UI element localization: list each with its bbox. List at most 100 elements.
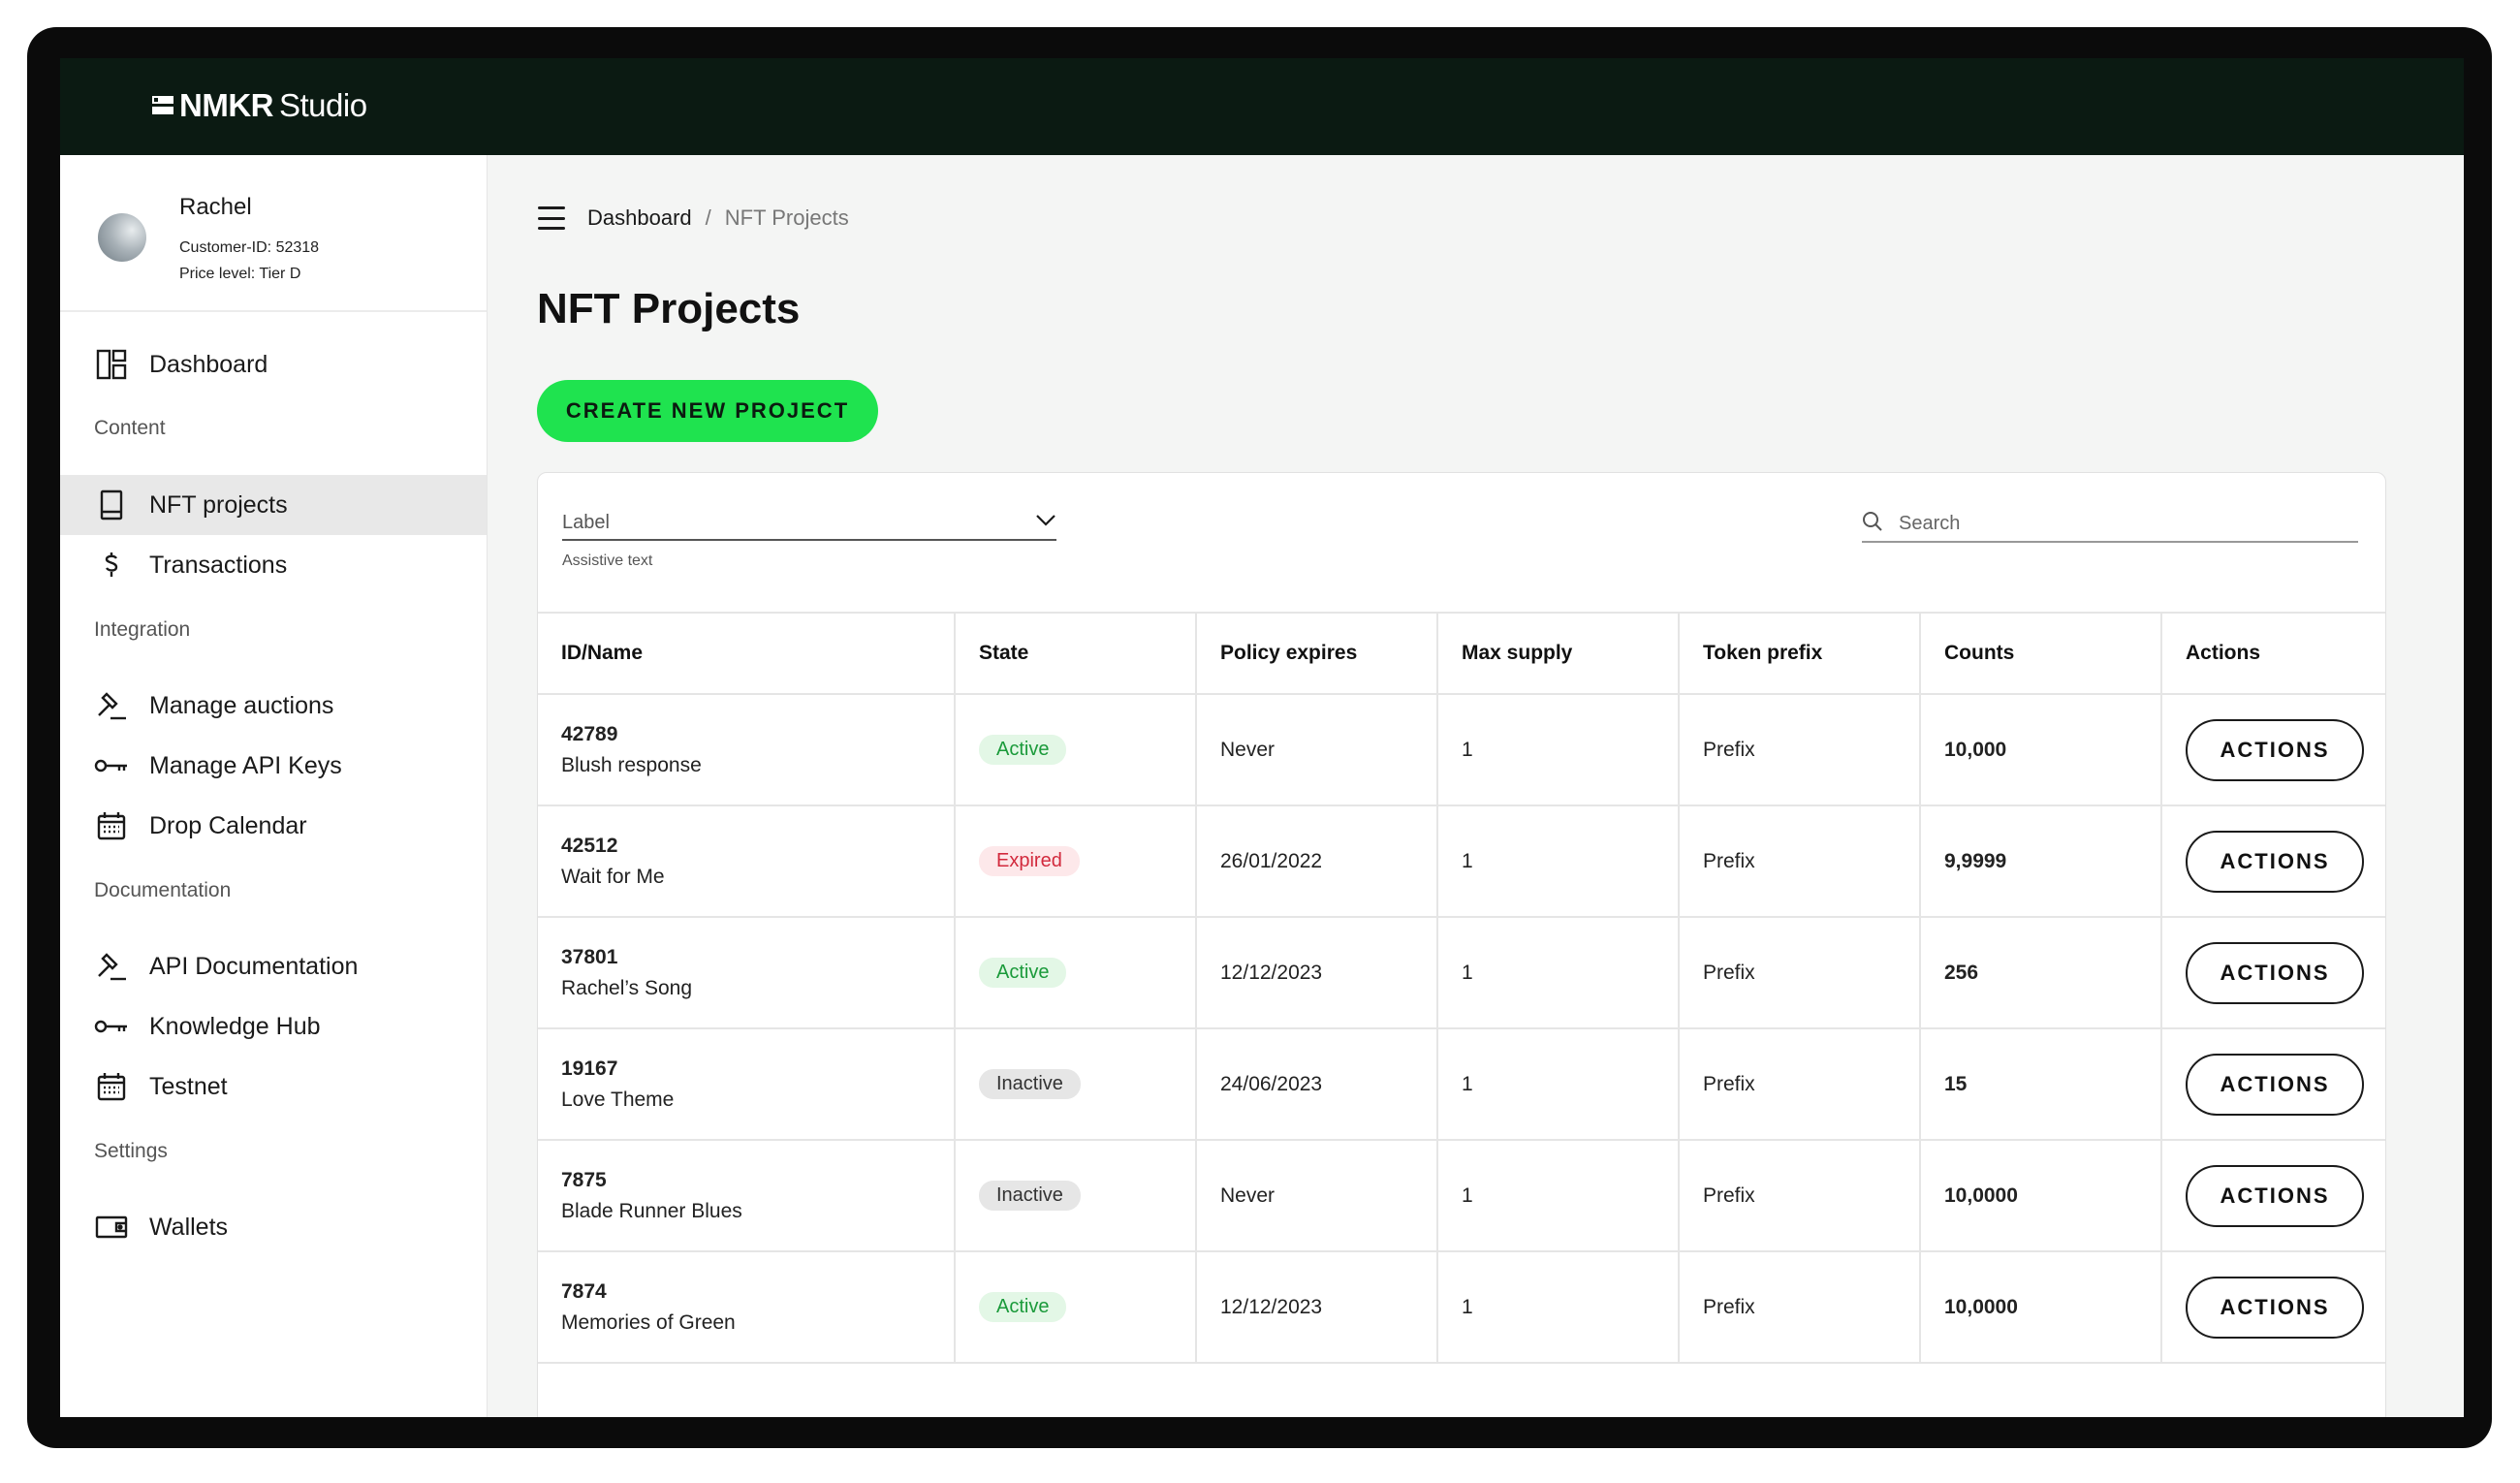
key-icon xyxy=(93,747,130,784)
actions-button[interactable]: ACTIONS xyxy=(2186,718,2364,781)
state-cell: Inactive xyxy=(954,1027,1197,1141)
status-badge: Active xyxy=(979,958,1067,988)
token-prefix-cell: Prefix xyxy=(1678,805,1921,918)
actions-cell: ACTIONS xyxy=(2160,805,2385,918)
search-icon xyxy=(1862,511,1883,537)
status-badge: Active xyxy=(979,735,1067,765)
state-cell: Inactive xyxy=(954,1139,1197,1252)
project-name: Blade Runner Blues xyxy=(561,1199,742,1222)
table-row[interactable]: 19167 Love Theme Inactive 24/06/2023 1 Pr… xyxy=(538,1027,2385,1141)
sidebar-item-nft-projects[interactable]: NFT projects xyxy=(60,475,487,535)
sidebar-item-knowledge-hub[interactable]: Knowledge Hub xyxy=(60,996,487,1057)
token-prefix-cell: Prefix xyxy=(1678,693,1921,806)
state-cell: Expired xyxy=(954,805,1197,918)
sidebar-item-transactions[interactable]: Transactions xyxy=(60,535,487,595)
sidebar-item-testnet[interactable]: Testnet xyxy=(60,1057,487,1117)
nmkr-logo[interactable]: NMKR Studio xyxy=(152,87,367,124)
status-badge: Inactive xyxy=(979,1069,1081,1099)
search-input[interactable] xyxy=(1897,511,2327,536)
token-prefix-cell: Prefix xyxy=(1678,1139,1921,1252)
max-supply-cell: 1 xyxy=(1436,805,1680,918)
create-new-project-button[interactable]: CREATE NEW PROJECT xyxy=(537,380,878,442)
max-supply-cell: 1 xyxy=(1436,1139,1680,1252)
actions-button[interactable]: ACTIONS xyxy=(2186,1053,2364,1116)
dashboard-icon xyxy=(93,346,130,383)
id-name-cell: 42512 Wait for Me xyxy=(538,805,956,918)
sidebar-item-label: Transactions xyxy=(149,551,288,579)
breadcrumb-dashboard[interactable]: Dashboard xyxy=(587,205,692,231)
page-title: NFT Projects xyxy=(537,285,801,332)
table-row[interactable]: 7874 Memories of Green Active 12/12/2023 … xyxy=(538,1250,2385,1364)
counts-cell: 15 xyxy=(1919,1027,2162,1141)
price-level: Price level: Tier D xyxy=(179,266,301,282)
status-badge: Active xyxy=(979,1292,1067,1322)
table-header-row: ID/Name State Policy expires Max supply … xyxy=(538,612,2385,695)
column-header-actions: Actions xyxy=(2160,612,2385,695)
id-name-cell: 37801 Rachel’s Song xyxy=(538,916,956,1029)
projects-table: ID/Name State Policy expires Max supply … xyxy=(538,612,2385,1364)
actions-button[interactable]: ACTIONS xyxy=(2186,941,2364,1004)
project-name: Love Theme xyxy=(561,1088,675,1111)
sidebar: Rachel Customer-ID: 52318 Price level: T… xyxy=(60,155,488,1417)
column-header-max-supply[interactable]: Max supply xyxy=(1436,612,1680,695)
label-select-value: Label xyxy=(562,511,610,533)
label-select[interactable]: Label xyxy=(562,506,1056,541)
sidebar-item-manage-api-keys[interactable]: Manage API Keys xyxy=(60,736,487,796)
project-name: Blush response xyxy=(561,753,702,776)
state-cell: Active xyxy=(954,916,1197,1029)
sidebar-item-label: Knowledge Hub xyxy=(149,1012,321,1040)
token-prefix-cell: Prefix xyxy=(1678,1250,1921,1364)
sidebar-item-label: Manage API Keys xyxy=(149,751,342,779)
menu-icon[interactable] xyxy=(538,206,565,230)
actions-cell: ACTIONS xyxy=(2160,693,2385,806)
avatar[interactable] xyxy=(98,213,146,262)
app-window: NMKR Studio Rachel Customer-ID: 52318 Pr… xyxy=(60,58,2464,1417)
column-header-state[interactable]: State xyxy=(954,612,1197,695)
policy-cell: 26/01/2022 xyxy=(1195,805,1438,918)
tablet-icon xyxy=(93,487,130,523)
sidebar-item-drop-calendar[interactable]: Drop Calendar xyxy=(60,796,487,856)
counts-cell: 10,000 xyxy=(1919,693,2162,806)
section-integration: Integration xyxy=(94,618,191,641)
id-name-cell: 19167 Love Theme xyxy=(538,1027,956,1141)
counts-cell: 9,9999 xyxy=(1919,805,2162,918)
counts-cell: 10,0000 xyxy=(1919,1250,2162,1364)
sidebar-item-label: Wallets xyxy=(149,1213,229,1241)
status-badge: Expired xyxy=(979,846,1080,876)
column-header-id-name[interactable]: ID/Name xyxy=(538,612,956,695)
nmkr-logo-icon xyxy=(152,95,173,116)
actions-button[interactable]: ACTIONS xyxy=(2186,1276,2364,1339)
actions-button[interactable]: ACTIONS xyxy=(2186,1164,2364,1227)
status-badge: Inactive xyxy=(979,1181,1081,1211)
project-name: Memories of Green xyxy=(561,1310,736,1334)
sidebar-item-api-documentation[interactable]: API Documentation xyxy=(60,936,487,996)
token-prefix-cell: Prefix xyxy=(1678,1027,1921,1141)
customer-id: Customer-ID: 52318 xyxy=(179,239,320,256)
calendar-icon xyxy=(93,1068,130,1105)
sidebar-item-label: Manage auctions xyxy=(149,691,334,719)
sidebar-item-wallets[interactable]: Wallets xyxy=(60,1197,487,1257)
assistive-text: Assistive text xyxy=(562,552,653,569)
column-header-token-prefix[interactable]: Token prefix xyxy=(1678,612,1921,695)
token-prefix-cell: Prefix xyxy=(1678,916,1921,1029)
breadcrumb-current: NFT Projects xyxy=(724,205,849,230)
logo-product: Studio xyxy=(278,87,367,123)
actions-button[interactable]: ACTIONS xyxy=(2186,830,2364,893)
section-content: Content xyxy=(94,417,166,439)
table-row[interactable]: 37801 Rachel’s Song Active 12/12/2023 1 P… xyxy=(538,916,2385,1029)
table-row[interactable]: 42512 Wait for Me Expired 26/01/2022 1 Pr… xyxy=(538,805,2385,918)
actions-cell: ACTIONS xyxy=(2160,1139,2385,1252)
counts-cell: 256 xyxy=(1919,916,2162,1029)
table-row[interactable]: 7875 Blade Runner Blues Inactive Never 1 … xyxy=(538,1139,2385,1252)
column-header-counts[interactable]: Counts xyxy=(1919,612,2162,695)
table-row[interactable]: 42789 Blush response Active Never 1 Prefi… xyxy=(538,693,2385,806)
column-header-policy-expires[interactable]: Policy expires xyxy=(1195,612,1438,695)
policy-cell: 12/12/2023 xyxy=(1195,916,1438,1029)
sidebar-item-manage-auctions[interactable]: Manage auctions xyxy=(60,676,487,736)
policy-cell: 24/06/2023 xyxy=(1195,1027,1438,1141)
project-id: 42512 xyxy=(561,834,618,857)
sidebar-item-label: API Documentation xyxy=(149,952,359,980)
wallet-icon xyxy=(93,1209,130,1246)
sidebar-item-dashboard[interactable]: Dashboard xyxy=(60,334,487,394)
sidebar-item-label: Testnet xyxy=(149,1072,228,1100)
